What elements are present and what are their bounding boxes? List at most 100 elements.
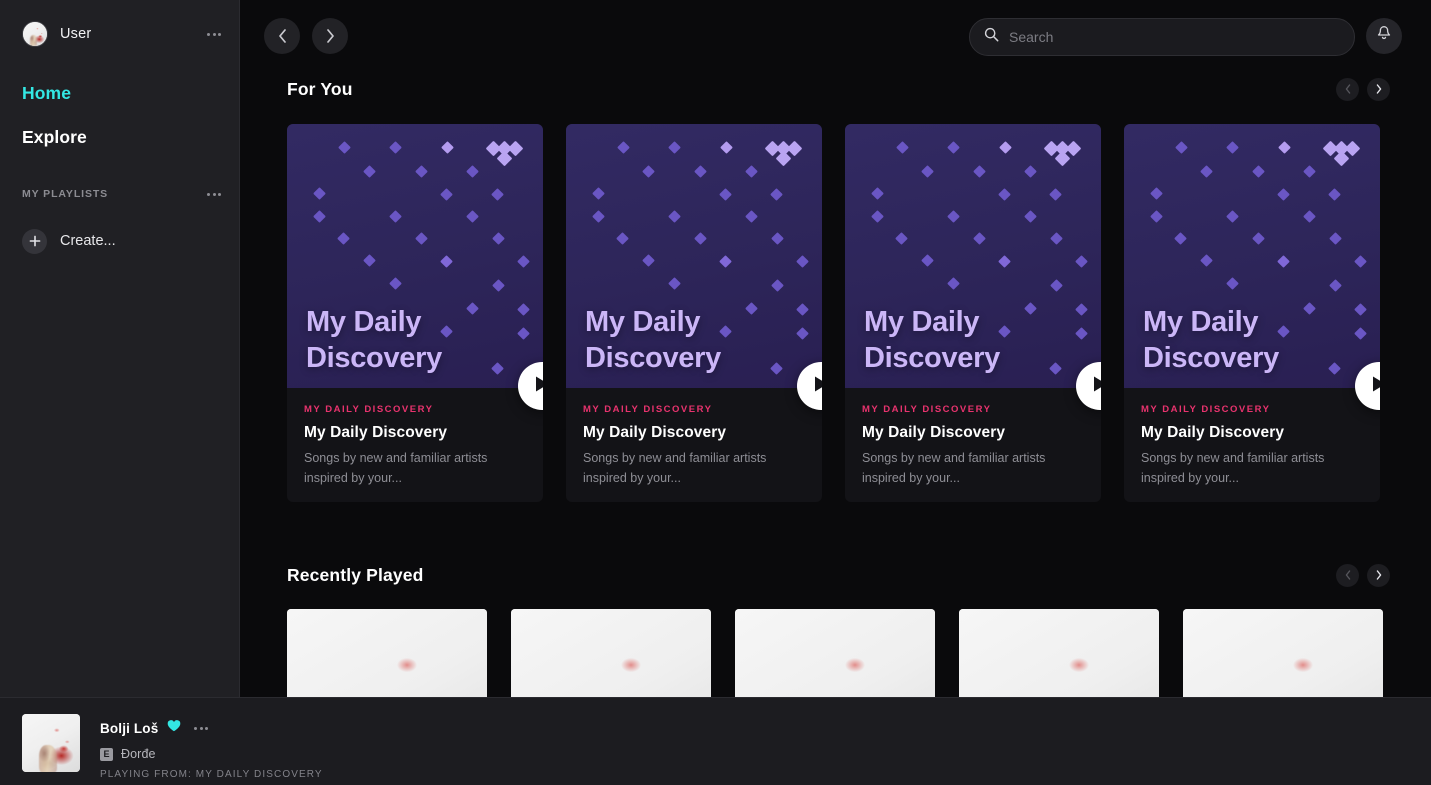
- album-card[interactable]: [287, 609, 487, 697]
- sidebar-create-label: Create...: [60, 233, 116, 249]
- carousel-prev-button[interactable]: [1336, 77, 1359, 101]
- decorative-diamond: [440, 255, 453, 268]
- decorative-diamond: [1226, 210, 1239, 223]
- sidebar-user-menu-ellipsis-icon[interactable]: [203, 23, 225, 45]
- decorative-diamond: [337, 232, 350, 245]
- decorative-diamond: [796, 255, 809, 268]
- playlist-card[interactable]: My Daily Discovery MY DAILY DISCOVERY My Da…: [1124, 124, 1380, 502]
- history-back-button[interactable]: [264, 18, 300, 54]
- sidebar: User Home Explore MY PLAYLISTS Create...: [0, 0, 240, 785]
- album-card[interactable]: [511, 609, 711, 697]
- playlist-meta: MY DAILY DISCOVERY My Daily Discovery Song…: [845, 388, 1101, 489]
- album-art-bloody-hand: [287, 609, 487, 697]
- sidebar-playlists-menu-ellipsis-icon[interactable]: [203, 183, 225, 205]
- playlist-name: My Daily Discovery: [304, 424, 448, 441]
- sidebar-user-name: User: [60, 26, 92, 42]
- heart-filled-icon[interactable]: [167, 719, 181, 737]
- search-bar[interactable]: [969, 18, 1355, 56]
- now-playing-title: Bolji Loš: [100, 720, 159, 736]
- decorative-diamond: [617, 141, 630, 154]
- playlist-description: Songs by new and familiar artists inspir…: [583, 451, 767, 486]
- decorative-diamond: [592, 210, 605, 223]
- playlist-meta: MY DAILY DISCOVERY My Daily Discovery Song…: [1124, 388, 1380, 489]
- decorative-diamond: [492, 232, 505, 245]
- play-icon: [534, 375, 543, 398]
- album-card[interactable]: [1183, 609, 1383, 697]
- playing-from-label: PLAYING FROM: MY DAILY DISCOVERY: [100, 769, 323, 780]
- album-art-bloody-hand: [735, 609, 935, 697]
- decorative-diamond: [491, 188, 504, 201]
- notifications-button[interactable]: [1366, 18, 1402, 54]
- playlist-name: My Daily Discovery: [862, 424, 1006, 441]
- playlist-card[interactable]: My Daily Discovery MY DAILY DISCOVERY My Da…: [287, 124, 543, 502]
- decorative-diamond: [517, 303, 530, 316]
- decorative-diamond: [1277, 255, 1290, 268]
- sidebar-user-row[interactable]: User: [0, 17, 239, 51]
- playlist-card[interactable]: My Daily Discovery MY DAILY DISCOVERY My Da…: [566, 124, 822, 502]
- play-icon: [1092, 375, 1101, 398]
- decorative-diamond: [796, 327, 809, 340]
- album-card[interactable]: [959, 609, 1159, 697]
- decorative-diamond: [1354, 327, 1367, 340]
- playlist-description: Songs by new and familiar artists inspir…: [1141, 451, 1325, 486]
- carousel-prev-button[interactable]: [1336, 563, 1359, 587]
- now-playing-more-ellipsis-icon[interactable]: [190, 717, 212, 739]
- tidal-app-window: User Home Explore MY PLAYLISTS Create...: [0, 0, 1431, 785]
- decorative-diamond: [998, 188, 1011, 201]
- now-playing-artwork[interactable]: [22, 714, 80, 772]
- carousel-arrows: [1336, 563, 1390, 587]
- decorative-diamond: [745, 302, 758, 315]
- decorative-diamond: [1303, 302, 1316, 315]
- decorative-diamond: [338, 141, 351, 154]
- search-input[interactable]: [1009, 29, 1340, 45]
- playlist-card[interactable]: My Daily Discovery MY DAILY DISCOVERY My Da…: [845, 124, 1101, 502]
- playlist-name: My Daily Discovery: [583, 424, 727, 441]
- decorative-diamond: [1252, 232, 1265, 245]
- decorative-diamond: [1050, 232, 1063, 245]
- decorative-diamond: [492, 279, 505, 292]
- sidebar-item-home[interactable]: Home: [0, 78, 239, 108]
- decorative-diamond: [668, 141, 681, 154]
- decorative-diamond: [1174, 232, 1187, 245]
- main-content: For You My DailyDiscovery MY DAILY DISCOV…: [240, 0, 1431, 697]
- sidebar-item-explore[interactable]: Explore: [0, 122, 239, 152]
- decorative-diamond: [1303, 210, 1316, 223]
- carousel-next-button[interactable]: [1367, 77, 1390, 101]
- shelf-header-recently-played: Recently Played: [287, 558, 1390, 592]
- search-icon: [984, 27, 999, 47]
- play-icon: [813, 375, 822, 398]
- decorative-diamond: [1329, 279, 1342, 292]
- decorative-diamond: [771, 232, 784, 245]
- sidebar-create-playlist[interactable]: Create...: [0, 228, 239, 254]
- decorative-diamond: [1150, 210, 1163, 223]
- decorative-diamond: [1354, 255, 1367, 268]
- now-playing-text: Bolji Loš E Đorđe PLAYING FROM: MY DAILY…: [100, 714, 323, 780]
- album-card[interactable]: [735, 609, 935, 697]
- history-forward-button[interactable]: [312, 18, 348, 54]
- playlist-meta: MY DAILY DISCOVERY My Daily Discovery Song…: [287, 388, 543, 489]
- playlist-description: Songs by new and familiar artists inspir…: [304, 451, 488, 486]
- decorative-diamond: [1329, 232, 1342, 245]
- playlist-cover: My Daily Discovery: [1124, 124, 1380, 388]
- playlist-cover: My Daily Discovery: [566, 124, 822, 388]
- tidal-logo-icon: [1322, 140, 1363, 167]
- decorative-diamond: [313, 187, 326, 200]
- decorative-diamond: [363, 254, 376, 267]
- avatar[interactable]: [22, 21, 48, 47]
- now-playing: Bolji Loš E Đorđe PLAYING FROM: MY DAILY…: [22, 714, 323, 780]
- decorative-diamond: [415, 165, 428, 178]
- decorative-diamond: [796, 303, 809, 316]
- decorative-diamond: [1024, 302, 1037, 315]
- recently-played-carousel: [287, 609, 1431, 697]
- decorative-diamond: [1200, 254, 1213, 267]
- carousel-next-button[interactable]: [1367, 563, 1390, 587]
- album-art-bloody-hand: [511, 609, 711, 697]
- decorative-diamond: [1049, 188, 1062, 201]
- decorative-diamond: [466, 210, 479, 223]
- decorative-diamond: [771, 279, 784, 292]
- decorative-diamond: [947, 210, 960, 223]
- decorative-diamond: [720, 141, 733, 154]
- now-playing-artist[interactable]: Đorđe: [121, 747, 156, 761]
- decorative-diamond: [1200, 165, 1213, 178]
- playlist-eyebrow: MY DAILY DISCOVERY: [304, 404, 434, 415]
